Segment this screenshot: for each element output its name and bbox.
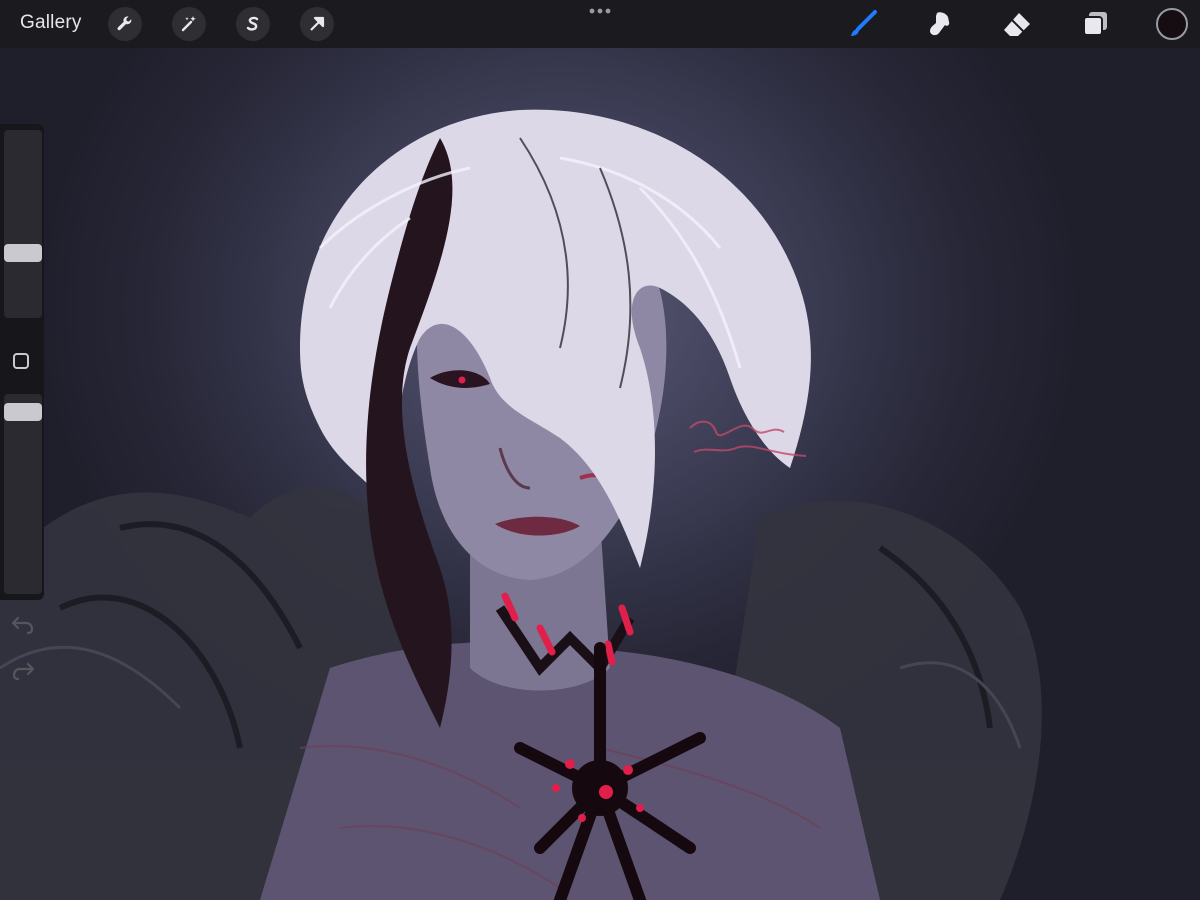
drawing-canvas[interactable] (0, 48, 1200, 900)
selection-s-icon[interactable] (236, 7, 270, 41)
left-sidebar (0, 124, 44, 600)
eraser-icon[interactable] (1000, 8, 1034, 40)
brush-icon[interactable] (846, 8, 880, 40)
wrench-icon[interactable] (108, 7, 142, 41)
artwork (0, 109, 1042, 900)
brush-size-slider[interactable] (4, 130, 42, 318)
layers-icon[interactable] (1078, 8, 1112, 40)
top-toolbar: Gallery (0, 0, 1200, 48)
smudge-icon[interactable] (922, 8, 956, 40)
transform-arrow-icon[interactable] (300, 7, 334, 41)
gallery-button[interactable]: Gallery (20, 12, 82, 34)
opacity-thumb[interactable] (4, 403, 42, 421)
color-picker-button[interactable] (1156, 8, 1188, 40)
opacity-slider[interactable] (4, 394, 42, 594)
undo-arrow-icon[interactable] (10, 612, 36, 636)
more-dots-icon[interactable] (588, 6, 612, 16)
square-modify-icon[interactable] (13, 353, 29, 369)
magic-wand-icon[interactable] (172, 7, 206, 41)
brush-size-thumb[interactable] (4, 244, 42, 262)
redo-arrow-icon[interactable] (10, 658, 36, 682)
